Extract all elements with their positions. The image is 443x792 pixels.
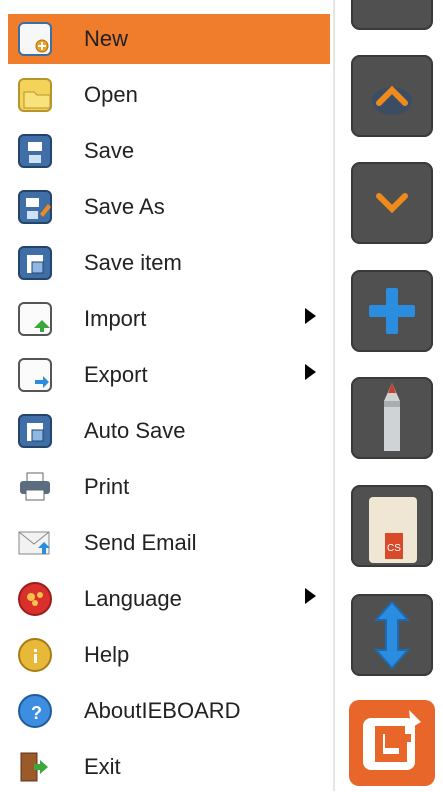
side-toolbar: CS: [335, 0, 443, 791]
menu-item-print[interactable]: Print: [8, 462, 330, 512]
open-folder-icon: [18, 78, 52, 112]
menu-item-label: New: [84, 26, 129, 51]
tool-button-partial[interactable]: [351, 0, 433, 30]
auto-save-icon: [18, 414, 52, 448]
scroll-down-button[interactable]: [351, 162, 433, 244]
eraser-tool-button[interactable]: CS: [351, 485, 433, 567]
menu-item-label: Open: [84, 82, 138, 107]
menu-item-label: Exit: [84, 754, 121, 779]
menu-item-import[interactable]: Import: [8, 294, 330, 344]
main-menu: New Open Save Save As Save item Import E…: [0, 0, 333, 791]
print-icon: [18, 470, 52, 504]
save-icon: [18, 134, 52, 168]
menu-item-export[interactable]: Export: [8, 350, 330, 400]
svg-text:?: ?: [31, 703, 42, 723]
menu-item-save-item[interactable]: Save item: [8, 238, 330, 288]
export-icon: [18, 358, 52, 392]
vertical-arrows-icon: [373, 600, 411, 670]
save-as-icon: [18, 190, 52, 224]
submenu-arrow-icon: [305, 308, 316, 324]
new-file-icon: [18, 22, 52, 56]
menu-item-save[interactable]: Save: [8, 126, 330, 176]
menu-item-label: Save As: [84, 194, 165, 219]
svg-text:CS: CS: [387, 543, 401, 554]
menu-item-label: Import: [84, 306, 147, 331]
menu-item-new[interactable]: New: [8, 14, 330, 64]
menu-item-about[interactable]: ? AboutIEBOARD: [8, 686, 330, 736]
menu-item-label: Language: [84, 586, 182, 611]
pen-tool-button[interactable]: [351, 377, 433, 459]
chevron-up-icon: [372, 85, 412, 115]
menu-item-help[interactable]: Help: [8, 630, 330, 680]
language-icon: [18, 582, 52, 616]
menu-item-auto-save[interactable]: Auto Save: [8, 406, 330, 456]
menu-item-label: Save: [84, 138, 135, 163]
menu-item-open[interactable]: Open: [8, 70, 330, 120]
menu-item-label: AboutIEBOARD: [84, 698, 241, 723]
menu-item-label: Help: [84, 642, 130, 667]
ieboard-logo-icon: [363, 710, 421, 770]
move-tool-button[interactable]: [351, 594, 433, 676]
chevron-down-icon: [376, 193, 408, 214]
menu-item-save-as[interactable]: Save As: [8, 182, 330, 232]
eraser-icon: CS: [369, 497, 417, 563]
pen-icon: [384, 383, 400, 451]
menu-item-exit[interactable]: Exit: [8, 742, 330, 792]
help-icon: [18, 638, 52, 672]
add-button[interactable]: [351, 270, 433, 352]
exit-icon: [18, 750, 52, 784]
about-icon: ?: [18, 694, 52, 728]
menu-item-label: Auto Save: [84, 418, 186, 443]
menu-item-label: Save item: [84, 250, 182, 275]
menu-item-label: Print: [84, 474, 130, 499]
submenu-arrow-icon: [305, 588, 316, 604]
scroll-up-button[interactable]: [351, 55, 433, 137]
email-icon: [18, 526, 52, 560]
menu-item-label: Export: [84, 362, 148, 387]
save-item-icon: [18, 246, 52, 280]
submenu-arrow-icon: [305, 364, 316, 380]
menu-item-language[interactable]: Language: [8, 574, 330, 624]
ieboard-logo-button[interactable]: [349, 700, 435, 786]
menu-item-label: Send Email: [84, 530, 197, 555]
plus-icon: [369, 288, 415, 334]
import-icon: [18, 302, 52, 336]
menu-item-send-email[interactable]: Send Email: [8, 518, 330, 568]
